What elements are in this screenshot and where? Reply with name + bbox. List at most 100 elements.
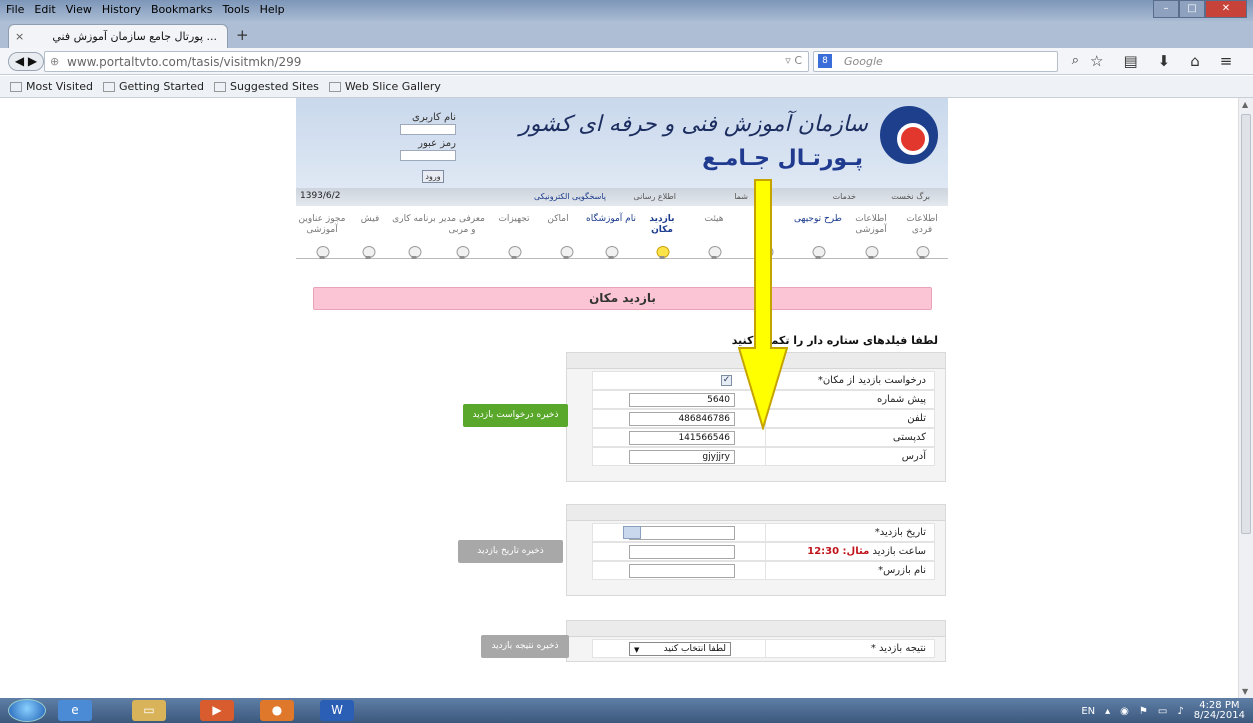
bookmarks-list-icon[interactable]: ▤ (1123, 52, 1137, 70)
step-premises[interactable]: اماکن (533, 214, 583, 225)
media-player-icon[interactable]: ▶ (200, 700, 234, 721)
explorer-icon[interactable]: ▭ (132, 700, 166, 721)
step-equipment[interactable]: تجهیزات (489, 214, 539, 225)
address-input[interactable]: gjyjjry (629, 450, 735, 464)
search-engine-icon[interactable]: 8 (818, 54, 832, 68)
menu-bar: File Edit View History Bookmarks Tools H… (0, 0, 1253, 21)
scroll-up-icon[interactable]: ▲ (1242, 100, 1248, 109)
portal-name: پـورتـال جـامـع (702, 146, 863, 171)
bookmark-suggested-sites[interactable]: Suggested Sites (214, 80, 319, 93)
menu-view[interactable]: View (66, 3, 92, 16)
login-button[interactable]: ورود (422, 170, 444, 183)
firefox-icon[interactable]: ● (260, 700, 294, 721)
menu-history[interactable]: History (102, 3, 141, 16)
step-receipt[interactable]: فیش (345, 214, 395, 225)
menu-tools[interactable]: Tools (222, 3, 249, 16)
visit-time-hint: مثال: 12:30 (807, 546, 870, 557)
nav-home[interactable]: برگ نخست (891, 192, 930, 201)
inspector-name-input[interactable] (629, 564, 735, 578)
scroll-thumb[interactable] (1241, 114, 1251, 534)
close-tab-icon[interactable]: × (15, 30, 24, 43)
postal-code-input[interactable]: 141566546 (629, 431, 735, 445)
bulb-icon (362, 246, 376, 260)
word-icon[interactable]: W (320, 700, 354, 721)
monitor-icon[interactable]: ▭ (1158, 706, 1167, 717)
menu-file[interactable]: File (6, 3, 24, 16)
visit-date-input[interactable] (629, 526, 735, 540)
dropdown-arrow-icon: ▼ (634, 646, 640, 654)
tab-title: ... پورتال جامع سازمان آموزش فني (52, 30, 217, 43)
step-work-plan[interactable]: برنامه کاری (389, 214, 439, 225)
home-icon[interactable]: ⌂ (1190, 52, 1200, 70)
web-page: سازمان آموزش فنی و حرفه ای کشور پـورتـال… (0, 98, 1238, 698)
visit-request-checkbox[interactable]: ✓ (721, 375, 732, 386)
row-postal-code: کدپستی 141566546 (592, 428, 935, 447)
nav-information[interactable]: اطلاع رسانی (633, 192, 676, 201)
start-button[interactable] (8, 699, 46, 722)
username-label: نام کاربری (412, 112, 456, 123)
username-input[interactable] (400, 124, 456, 135)
wizard-steps: اطلاعات فردی اطلاعات آموزشی طرح توجیهی ه… (296, 206, 948, 276)
menu-icon[interactable]: ≡ (1220, 52, 1233, 70)
save-visit-date-button[interactable]: ذخیره تاریخ بازدید (458, 540, 563, 563)
bulb-icon (316, 246, 330, 260)
nav-services[interactable]: خدمات (833, 192, 856, 201)
bookmark-most-visited[interactable]: Most Visited (10, 80, 93, 93)
url-bar[interactable]: ⊕ www.portaltvto.com/tasis/visitmkn/299 … (44, 51, 809, 72)
nav-e-response[interactable]: پاسخگویی الکترونیکی (534, 192, 606, 201)
page-scrollbar[interactable]: ▲ ▼ (1238, 98, 1253, 698)
step-institute-name[interactable]: نام آموزشگاه (586, 214, 636, 225)
menu-bookmarks[interactable]: Bookmarks (151, 3, 212, 16)
menu-help[interactable]: Help (260, 3, 285, 16)
tray-expand-icon[interactable]: ▴ (1105, 706, 1110, 717)
bulb-icon (812, 246, 826, 260)
taskbar: e ▭ ▶ ● W EN ▴ ◉ ⚑ ▭ ♪ 4:28 PM 8/24/2014 (0, 698, 1253, 723)
search-input[interactable]: 8 Google ⌕ (813, 51, 1079, 72)
step-manager-instructor[interactable]: معرفی مدیر و مربی (437, 214, 487, 236)
bookmark-star-icon[interactable]: ☆ (1090, 52, 1103, 70)
close-window-button[interactable]: ✕ (1205, 0, 1247, 18)
step-training-license[interactable]: مجوز عناوین آموزشی (297, 214, 347, 236)
bulb-icon (605, 246, 619, 260)
new-tab-button[interactable]: + (236, 26, 249, 44)
tab-portal[interactable]: × ... پورتال جامع سازمان آموزش فني (8, 24, 228, 48)
bulb-icon (508, 246, 522, 260)
step-personal-info[interactable]: اطلاعات فردی (897, 214, 947, 236)
page-icon (102, 82, 115, 92)
step-site-visit[interactable]: بازدید مکان (637, 214, 687, 236)
reload-icon[interactable]: ▿ C (785, 54, 802, 67)
menu-edit[interactable]: Edit (34, 3, 55, 16)
row-address: آدرس gjyjjry (592, 447, 935, 466)
visit-time-input[interactable] (629, 545, 735, 559)
area-code-input[interactable]: 5640 (629, 393, 735, 407)
bulb-icon (560, 246, 574, 260)
clock[interactable]: 4:28 PM 8/24/2014 (1194, 701, 1245, 721)
ie-icon[interactable]: e (58, 700, 92, 721)
page-icon (328, 82, 341, 92)
bookmark-web-slice-gallery[interactable]: Web Slice Gallery (328, 80, 441, 93)
minimize-button[interactable]: – (1153, 0, 1179, 18)
downloads-icon[interactable]: ⬇ (1158, 52, 1171, 70)
bulb-icon (865, 246, 879, 260)
save-visit-request-button[interactable]: ذخیره درخواست بازدید (463, 404, 568, 427)
save-visit-result-button[interactable]: ذخیره نتیجه بازدید (481, 635, 569, 658)
current-date: 1393/6/2 (300, 191, 341, 201)
bookmarks-bar: Most Visited Getting Started Suggested S… (0, 76, 1253, 98)
network-icon[interactable]: ◉ (1120, 706, 1129, 717)
bookmark-getting-started[interactable]: Getting Started (102, 80, 204, 93)
password-input[interactable] (400, 150, 456, 161)
system-tray: EN ▴ ◉ ⚑ ▭ ♪ 4:28 PM 8/24/2014 (1081, 701, 1245, 721)
language-indicator[interactable]: EN (1081, 706, 1095, 717)
step-education-info[interactable]: اطلاعات آموزشی (846, 214, 896, 236)
search-icon[interactable]: ⌕ (1072, 53, 1079, 68)
step-board[interactable]: هیئت (689, 214, 739, 225)
step-feasibility-plan[interactable]: طرح توجیهی (793, 214, 843, 225)
phone-input[interactable]: 486846786 (629, 412, 735, 426)
back-forward-buttons[interactable]: ◀ ▶ (8, 52, 44, 71)
calendar-icon[interactable] (623, 526, 641, 539)
visit-result-select[interactable]: لطفا انتخاب کنید ▼ (629, 642, 731, 656)
volume-icon[interactable]: ♪ (1177, 706, 1183, 717)
flag-icon[interactable]: ⚑ (1139, 706, 1148, 717)
scroll-down-icon[interactable]: ▼ (1242, 687, 1248, 696)
maximize-button[interactable]: □ (1179, 0, 1205, 18)
